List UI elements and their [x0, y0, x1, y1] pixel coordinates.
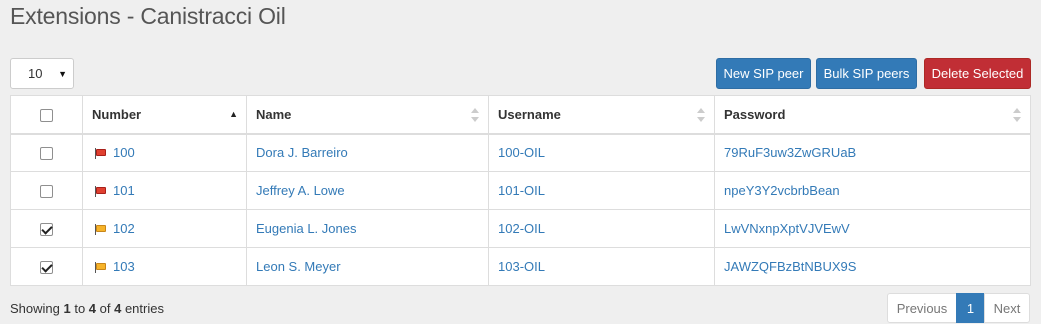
extension-password-link[interactable]: LwVNxnpXptVJVEwV	[724, 221, 850, 236]
column-header-username-label: Username	[498, 106, 561, 122]
column-header-name[interactable]: Name	[246, 95, 489, 135]
row-checkbox[interactable]	[40, 147, 53, 161]
password-cell: npeY3Y2vcbrbBean	[714, 171, 1031, 210]
column-header-name-label: Name	[256, 106, 292, 122]
red-flag-icon	[95, 186, 107, 198]
red-flag-icon	[95, 148, 107, 160]
info-to-word: to	[70, 301, 89, 316]
delete-selected-button[interactable]: Delete Selected	[924, 58, 1031, 89]
username-cell: 101-OIL	[488, 171, 715, 210]
password-cell: JAWZQFBzBtNBUX9S	[714, 247, 1031, 286]
extensions-table: Number ▲ Name Username Password 100 Dora…	[10, 95, 1031, 286]
row-checkbox[interactable]	[40, 185, 53, 199]
name-cell: Leon S. Meyer	[246, 247, 489, 286]
name-cell: Eugenia L. Jones	[246, 209, 489, 248]
column-header-username[interactable]: Username	[488, 95, 715, 135]
extension-number-link[interactable]: 102	[113, 221, 135, 236]
row-select-cell	[10, 209, 83, 248]
table-row: 102 Eugenia L. Jones 102-OIL LwVNxnpXptV…	[10, 209, 1031, 248]
row-checkbox[interactable]	[40, 223, 53, 237]
row-select-cell	[10, 133, 83, 172]
number-cell: 103	[82, 247, 247, 286]
next-page-button[interactable]: Next	[984, 293, 1030, 323]
sort-icon	[696, 108, 706, 125]
extension-name-link[interactable]: Jeffrey A. Lowe	[256, 183, 345, 198]
info-from: 1	[63, 301, 71, 316]
page-title: Extensions - Canistracci Oil	[10, 3, 286, 29]
extension-password-link[interactable]: JAWZQFBzBtNBUX9S	[724, 259, 856, 274]
extension-name-link[interactable]: Dora J. Barreiro	[256, 145, 348, 160]
new-sip-peer-button[interactable]: New SIP peer	[716, 58, 811, 89]
password-cell: LwVNxnpXptVJVEwV	[714, 209, 1031, 248]
select-all-header	[10, 95, 83, 135]
chevron-down-icon: ▼	[58, 69, 67, 79]
info-suffix: entries	[121, 301, 164, 316]
info-of-word: of	[96, 301, 115, 316]
table-row: 101 Jeffrey A. Lowe 101-OIL npeY3Y2vcbrb…	[10, 171, 1031, 210]
table-header-row: Number ▲ Name Username Password	[10, 95, 1031, 135]
extension-number-link[interactable]: 100	[113, 145, 135, 160]
extension-name-link[interactable]: Eugenia L. Jones	[256, 221, 356, 236]
pagination: Previous 1 Next	[887, 293, 1030, 323]
previous-page-button[interactable]: Previous	[887, 293, 957, 323]
current-page-button[interactable]: 1	[956, 293, 985, 323]
sort-ascending-icon: ▲	[229, 109, 238, 119]
table-row: 103 Leon S. Meyer 103-OIL JAWZQFBzBtNBUX…	[10, 247, 1031, 286]
extension-number-link[interactable]: 101	[113, 183, 135, 198]
info-prefix: Showing	[10, 301, 64, 316]
column-header-number[interactable]: Number ▲	[82, 95, 247, 135]
name-cell: Dora J. Barreiro	[246, 133, 489, 172]
number-cell: 101	[82, 171, 247, 210]
sort-icon	[1012, 108, 1022, 125]
orange-flag-icon	[95, 262, 107, 274]
extension-name-link[interactable]: Leon S. Meyer	[256, 259, 341, 274]
row-checkbox[interactable]	[40, 261, 53, 275]
extension-number-link[interactable]: 103	[113, 259, 135, 274]
number-cell: 100	[82, 133, 247, 172]
sort-icon	[470, 108, 480, 125]
page-length-value: 10	[28, 66, 43, 81]
extension-username-link[interactable]: 103-OIL	[498, 259, 545, 274]
column-header-password[interactable]: Password	[714, 95, 1031, 135]
table-row: 100 Dora J. Barreiro 100-OIL 79RuF3uw3Zw…	[10, 133, 1031, 172]
table-info: Showing 1 to 4 of 4 entries	[10, 301, 164, 316]
orange-flag-icon	[95, 224, 107, 236]
username-cell: 100-OIL	[488, 133, 715, 172]
extension-password-link[interactable]: 79RuF3uw3ZwGRUaB	[724, 145, 856, 160]
extension-password-link[interactable]: npeY3Y2vcbrbBean	[724, 183, 840, 198]
extension-username-link[interactable]: 101-OIL	[498, 183, 545, 198]
column-header-number-label: Number	[92, 106, 142, 122]
number-cell: 102	[82, 209, 247, 248]
page-length-select[interactable]: 10 ▼	[10, 58, 74, 89]
extension-username-link[interactable]: 100-OIL	[498, 145, 545, 160]
info-to: 4	[88, 301, 97, 316]
name-cell: Jeffrey A. Lowe	[246, 171, 489, 210]
row-select-cell	[10, 247, 83, 286]
bulk-sip-peers-button[interactable]: Bulk SIP peers	[816, 58, 917, 89]
extension-username-link[interactable]: 102-OIL	[498, 221, 545, 236]
column-header-password-label: Password	[724, 106, 786, 122]
username-cell: 102-OIL	[488, 209, 715, 248]
row-select-cell	[10, 171, 83, 210]
password-cell: 79RuF3uw3ZwGRUaB	[714, 133, 1031, 172]
username-cell: 103-OIL	[488, 247, 715, 286]
select-all-checkbox[interactable]	[40, 108, 53, 122]
